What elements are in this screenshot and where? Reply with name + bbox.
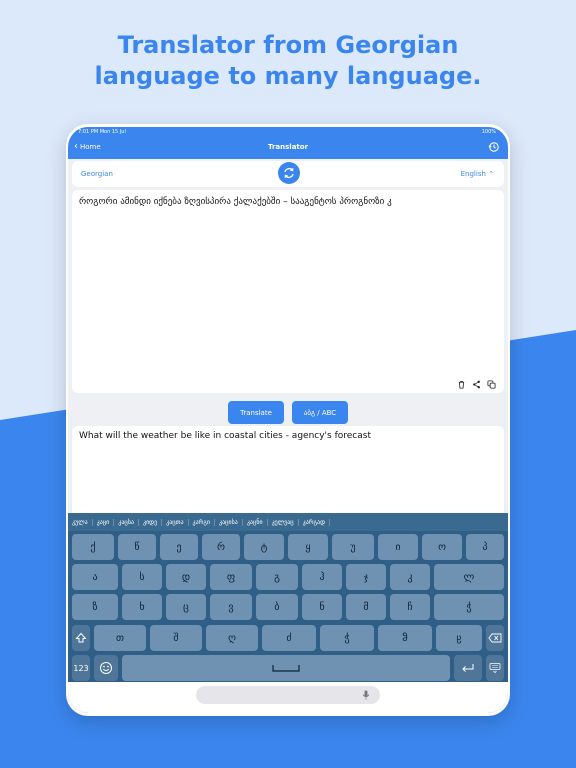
space-icon — [272, 665, 300, 672]
translate-button[interactable]: Translate — [228, 401, 284, 424]
key[interactable]: ხ — [122, 594, 162, 620]
key[interactable]: თ — [94, 625, 146, 651]
suggestion[interactable]: კაცი — [93, 518, 115, 526]
space-bar[interactable] — [122, 655, 450, 681]
battery-level: 100% — [481, 129, 496, 135]
source-language-button[interactable]: Georgian — [81, 170, 113, 178]
key[interactable]: ჰ — [302, 564, 342, 590]
key[interactable]: ვ — [210, 594, 252, 620]
suggestion[interactable]: კელვაც — [268, 518, 299, 526]
key[interactable]: ბ — [256, 594, 298, 620]
suggestion[interactable]: კაცსა — [114, 518, 140, 526]
hide-keyboard-key[interactable] — [486, 655, 504, 681]
keyboard-switch-button[interactable]: აბგ / ABC — [292, 401, 348, 424]
dictation-bar — [68, 682, 508, 713]
shift-key[interactable] — [72, 625, 90, 651]
key[interactable]: ჩ — [390, 594, 430, 620]
key[interactable]: ჯ — [346, 564, 386, 590]
key[interactable]: ლ — [434, 564, 504, 590]
key[interactable]: ა — [72, 564, 118, 590]
history-icon[interactable] — [488, 141, 500, 153]
suggestion[interactable]: კარგად — [299, 518, 330, 526]
key[interactable]: პ — [466, 534, 504, 560]
keyboard-hide-icon — [489, 663, 501, 674]
translation-output-area: What will the weather be like in coastal… — [72, 426, 504, 526]
navigation-bar: ‹ Home Translator — [68, 137, 508, 159]
share-icon[interactable] — [472, 380, 481, 389]
target-language-button[interactable]: English ⌃ — [461, 170, 494, 178]
key[interactable]: ე — [160, 534, 198, 560]
status-bar: 7:01 PM Mon 15 Jul 100% — [68, 127, 508, 137]
key[interactable]: ჸ — [436, 625, 482, 651]
dictation-pill[interactable] — [196, 686, 380, 704]
return-icon — [462, 664, 474, 672]
input-actions — [457, 380, 496, 389]
trash-icon[interactable] — [457, 380, 466, 389]
microphone-icon — [362, 690, 370, 700]
key[interactable]: რ — [202, 534, 240, 560]
key[interactable]: მ — [346, 594, 386, 620]
key[interactable]: ტ — [244, 534, 284, 560]
headline-line-2: language to many language. — [94, 62, 482, 90]
key[interactable]: ქ — [72, 534, 114, 560]
suggestion[interactable]: კაცნი — [243, 518, 268, 526]
backspace-key[interactable] — [486, 625, 504, 651]
key[interactable]: დ — [166, 564, 206, 590]
language-selector-bar: Georgian English ⌃ — [72, 161, 504, 187]
emoji-key[interactable] — [94, 655, 118, 681]
backspace-icon — [488, 633, 502, 643]
promo-headline: Translator from Georgian language to man… — [0, 30, 576, 92]
suggestion[interactable]: კულა — [68, 518, 93, 526]
key[interactable]: გ — [256, 564, 298, 590]
return-key[interactable] — [454, 655, 482, 681]
key[interactable]: ყ — [288, 534, 328, 560]
key[interactable]: ჭ — [320, 625, 374, 651]
suggestion[interactable]: კაცისა — [215, 518, 243, 526]
key[interactable]: ი — [378, 534, 418, 560]
copy-icon[interactable] — [487, 380, 496, 389]
swap-languages-button[interactable] — [278, 162, 300, 184]
key[interactable]: კ — [390, 564, 430, 590]
status-time: 7:01 PM Mon 15 Jul — [78, 129, 126, 135]
page-title: Translator — [267, 143, 309, 151]
key[interactable]: ფ — [210, 564, 252, 590]
key[interactable]: ჭ — [434, 594, 504, 620]
swap-refresh-icon — [284, 168, 294, 178]
key[interactable]: ზ — [72, 594, 118, 620]
key[interactable]: შ — [150, 625, 202, 651]
suggestion[interactable]: კარგი — [189, 518, 216, 526]
suggestion[interactable]: კიდე — [139, 518, 163, 526]
key[interactable]: ჵ — [378, 625, 432, 651]
key[interactable]: ც — [166, 594, 206, 620]
source-text-area[interactable]: როგორი ამინდი იქნება ზღვისპირა ქალაქებში… — [72, 190, 504, 393]
suggestion[interactable]: კაცთა — [162, 518, 189, 526]
shift-arrow-icon — [75, 632, 87, 643]
key[interactable]: უ — [332, 534, 374, 560]
headline-line-1: Translator from Georgian — [117, 31, 459, 59]
key[interactable]: ო — [422, 534, 462, 560]
key[interactable]: წ — [118, 534, 156, 560]
emoji-icon — [100, 662, 112, 674]
key[interactable]: ნ — [302, 594, 342, 620]
source-text[interactable]: როგორი ამინდი იქნება ზღვისპირა ქალაქებში… — [79, 197, 392, 207]
key[interactable]: ს — [122, 564, 162, 590]
suggestion-bar: კულა კაცი კაცსა კიდე კაცთა კარგი კაცისა … — [68, 513, 508, 531]
translated-text: What will the weather be like in coastal… — [79, 431, 371, 441]
key[interactable]: ღ — [206, 625, 258, 651]
numbers-key[interactable]: 123 — [72, 655, 90, 681]
key[interactable]: ძ — [262, 625, 316, 651]
app-screen: 7:01 PM Mon 15 Jul 100% ‹ Home Translato… — [68, 127, 508, 713]
